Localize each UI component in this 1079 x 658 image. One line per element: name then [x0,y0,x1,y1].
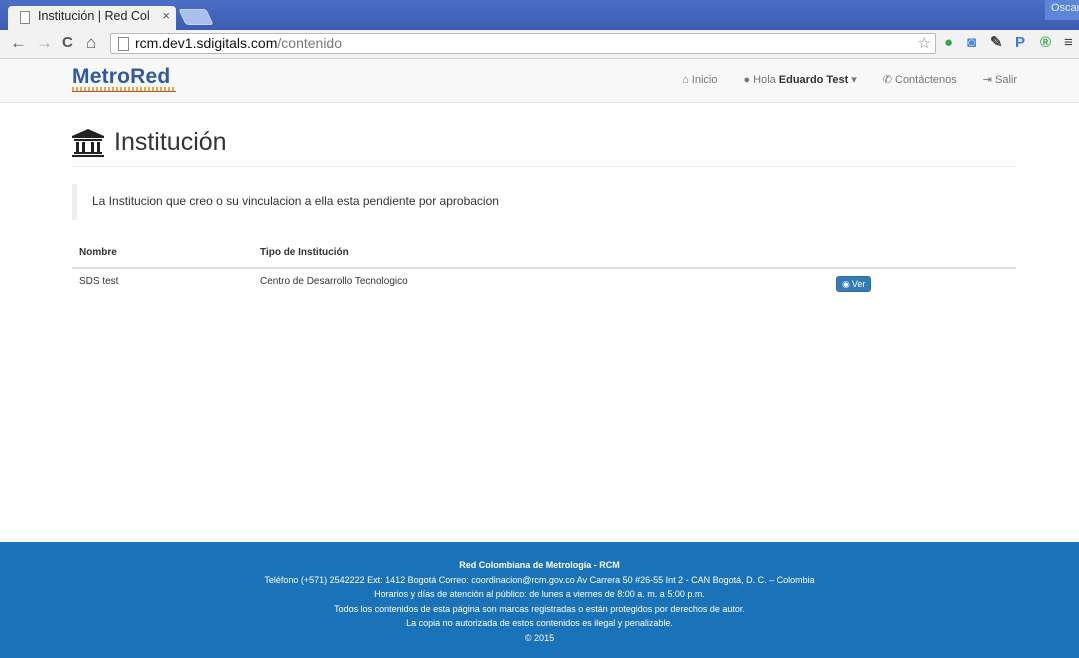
logout-icon: ⇥ [982,74,992,86]
nav-user-dropdown[interactable]: ● Hola Eduardo Test ▾ [743,73,857,87]
footer-rights: Todos los contenidos de esta página son … [334,603,745,614]
caret-down-icon: ▾ [851,74,857,86]
notice-text: La Institucion que creo o su vinculacion… [92,194,499,208]
eye-icon: ◉ [842,278,850,289]
institution-icon [72,129,104,157]
camera-icon[interactable]: ◙ [967,34,976,52]
tab-close-icon[interactable]: × [162,8,170,23]
phone-icon: ✆ [882,74,892,86]
table-header: Nombre Tipo de Institución [72,240,1016,269]
page-icon [20,11,30,24]
page-title: Institución [114,128,227,156]
new-tab-button[interactable] [178,9,214,25]
back-icon[interactable]: ← [10,33,27,53]
home-icon[interactable]: ⌂ [86,33,96,53]
page-header: Institución [72,126,1016,167]
pushbullet-icon[interactable]: P [1015,34,1025,52]
tab-title: Institución | Red Col [38,9,150,23]
page-icon [118,37,129,51]
extension-r-icon[interactable]: ® [1040,34,1051,52]
nav-links: ⌂ Inicio ● Hola Eduardo Test ▾ ✆ Contáct… [682,73,1017,87]
eyedropper-icon[interactable]: ✎ [990,34,1003,52]
browser-tab[interactable]: Institución | Red Col × [8,6,176,30]
evernote-icon[interactable]: ● [944,34,953,52]
footer-title: Red Colombiana de Metrología - RCM [459,560,620,570]
window-user-badge[interactable]: Oscar [1045,0,1079,20]
footer-copyright: © 2015 [524,632,555,643]
pending-approval-notice: La Institucion que creo o su vinculacion… [72,184,1016,220]
header-tipo: Tipo de Institución [260,247,349,258]
nav-inicio[interactable]: ⌂ Inicio [682,73,717,86]
site-footer: Red Colombiana de Metrología - RCM Teléf… [0,542,1079,658]
forward-icon[interactable]: → [36,33,53,53]
header-nombre: Nombre [79,247,117,258]
browser-toolbar: ← → C ⌂ rcm.dev1.sdigitals.com/contenido… [0,30,1079,59]
footer-copy-notice: La copia no autorizada de estos contenid… [406,618,673,628]
institutions-table: Nombre Tipo de Institución SDS test Cent… [72,240,1016,299]
view-button[interactable]: ◉ Ver [836,276,872,292]
reload-icon[interactable]: C [62,33,73,53]
footer-contact: Teléfono (+571) 2542222 Ext: 1412 Bogotá… [264,574,815,585]
logo-text: MetroRed [72,65,171,88]
browser-tab-bar: Institución | Red Col × Oscar [0,0,1079,30]
bookmark-star-icon[interactable]: ☆ [918,34,931,52]
address-bar[interactable]: rcm.dev1.sdigitals.com/contenido ☆ [110,33,936,54]
table-row: SDS test Centro de Desarrollo Tecnologic… [72,269,1016,299]
home-icon: ⌂ [682,73,689,86]
cell-nombre: SDS test [79,276,119,287]
site-navbar: MetroRed ⌂ Inicio ● Hola Eduardo Test ▾ … [0,59,1079,103]
metrored-logo[interactable]: MetroRed [72,65,176,92]
footer-hours: Horarios y días de atención al público: … [374,589,705,599]
cell-tipo: Centro de Desarrollo Tecnologico [260,276,408,287]
user-icon: ● [743,73,751,86]
user-name: Eduardo Test [778,73,849,86]
address-url: rcm.dev1.sdigitals.com/contenido [135,35,342,51]
nav-contactenos[interactable]: ✆ Contáctenos [882,73,957,87]
nav-salir[interactable]: ⇥ Salir [982,73,1017,87]
menu-icon[interactable]: ≡ [1064,34,1073,52]
